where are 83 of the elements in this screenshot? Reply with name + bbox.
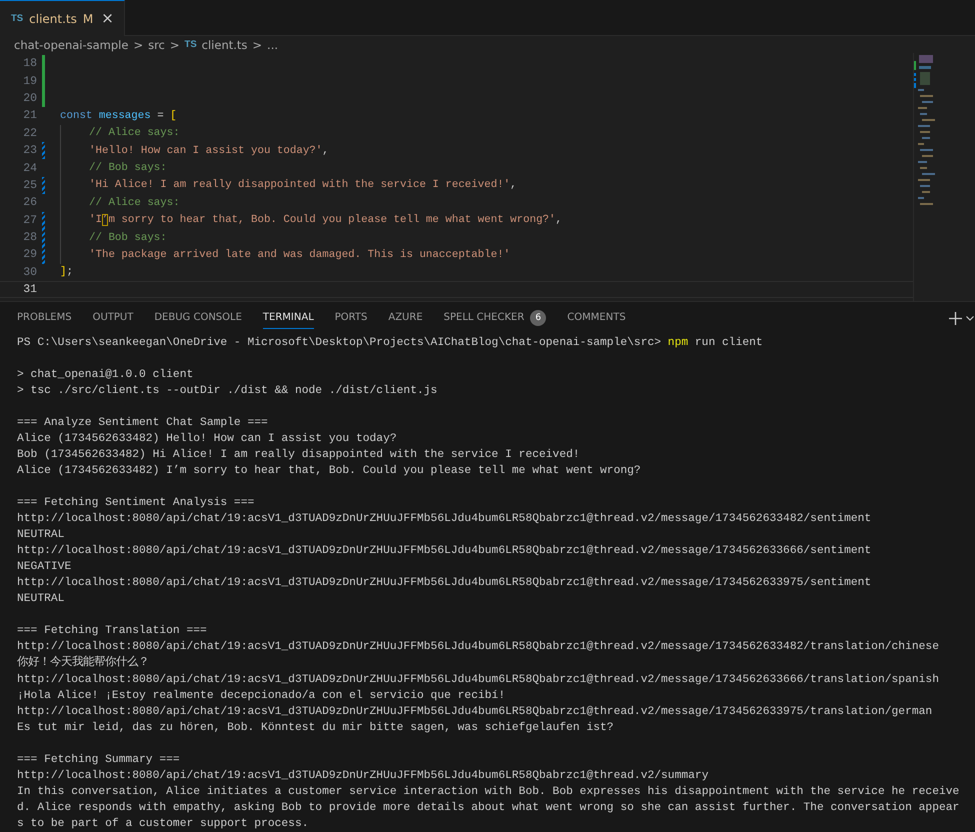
tab-label: SPELL CHECKER bbox=[444, 312, 524, 324]
modified-indicator: M bbox=[82, 12, 94, 26]
terminal-output: > chat_openai@1.0.0 client bbox=[17, 368, 194, 381]
line-number: 21 bbox=[22, 109, 37, 122]
typescript-file-icon: TS bbox=[11, 13, 24, 24]
breadcrumb-separator: > bbox=[170, 38, 180, 52]
line-number: 29 bbox=[22, 248, 37, 262]
line-number: 26 bbox=[22, 196, 37, 210]
tab-filename: client.ts bbox=[29, 12, 77, 26]
code-token: // Bob says: bbox=[89, 162, 167, 174]
close-icon[interactable]: × bbox=[101, 11, 114, 26]
terminal-output: http://localhost:8080/api/chat/19:acsV1_d3TUAD9zDnUrZHUuJFFMb56LJdu4bum6LR58Qbabrzc1@thread.v2/message/1734562633975/translation/german bbox=[17, 706, 932, 718]
code-token: // Alice says: bbox=[89, 127, 180, 140]
code-token: 'The package arrived late and was damaged. This is unacceptable!' bbox=[89, 248, 510, 261]
terminal-output: > tsc ./src/client.ts --outDir ./dist && node ./dist/client.js bbox=[17, 384, 438, 397]
terminal-prompt: PS C:\Users\seankeegan\OneDrive - Microsoft\Desktop\Projects\AIChatBlog\chat-openai-sample\src> npm run client bbox=[17, 336, 764, 351]
terminal-output: === Analyze Sentiment Chat Sample === bbox=[17, 416, 268, 429]
terminal-output: http://localhost:8080/api/chat/19:acsV1_d3TUAD9zDnUrZHUuJFFMb56LJdu4bum6LR58Qbabrzc1@thread.v2/message/1734562633482/translation/chinese bbox=[17, 641, 939, 654]
terminal-output: 你好！今天我能帮你什么？ bbox=[17, 657, 149, 670]
panel-tab[interactable]: OUTPUT bbox=[92, 307, 134, 330]
breadcrumb-item[interactable]: src bbox=[148, 38, 165, 52]
terminal-output: http://localhost:8080/api/chat/19:acsV1_d3TUAD9zDnUrZHUuJFFMb56LJdu4bum6LR58Qbabrzc1@thread.v2/message/1734562633666/translation/spanish bbox=[17, 674, 939, 686]
typescript-file-icon: TS bbox=[184, 39, 197, 50]
code-token: 'Hi Alice! I am really disappointed with the service I received!' bbox=[89, 179, 510, 192]
terminal-output: http://localhost:8080/api/chat/19:acsV1_d3TUAD9zDnUrZHUuJFFMb56LJdu4bum6LR58Qbabrzc1@thread.v2/summary bbox=[17, 770, 708, 782]
terminal-output: === Fetching Summary === bbox=[17, 754, 180, 766]
panel-tab[interactable]: AZURE bbox=[388, 307, 423, 330]
line-number: 22 bbox=[22, 126, 37, 140]
terminal-output: === Fetching Sentiment Analysis === bbox=[17, 497, 254, 510]
code-token: messages bbox=[98, 110, 151, 122]
line-number: 27 bbox=[22, 214, 37, 227]
terminal-output: ¡Hola Alice! ¡Estoy realmente decepcionado/a con el servicio que recibí! bbox=[17, 690, 506, 702]
panel-tab[interactable]: COMMENTS bbox=[567, 307, 626, 330]
terminal-output: d. Alice responds with empathy, asking Bob to provide more details about what went wrong so she can assist further. The conversation appear bbox=[17, 802, 960, 814]
panel-tab[interactable]: TERMINAL bbox=[262, 307, 314, 330]
terminal-output: Alice (1734562633482) Hello! How can I assist you today? bbox=[17, 432, 397, 445]
line-number: 20 bbox=[22, 92, 37, 105]
terminal-output: http://localhost:8080/api/chat/19:acsV1_d3TUAD9zDnUrZHUuJFFMb56LJdu4bum6LR58Qbabrzc1@thread.v2/message/1734562633482/sentiment bbox=[17, 513, 872, 526]
terminal-output: Alice (1734562633482) I’m sorry to hear that, Bob. Could you please tell me what went wrong? bbox=[17, 464, 641, 477]
line-number: 25 bbox=[22, 178, 37, 192]
terminal-output: NEGATIVE bbox=[17, 561, 72, 574]
line-number: 18 bbox=[22, 57, 37, 70]
terminal-output: http://localhost:8080/api/chat/19:acsV1_d3TUAD9zDnUrZHUuJFFMb56LJdu4bum6LR58Qbabrzc1@thread.v2/message/1734562633666/sentiment bbox=[17, 545, 872, 558]
panel-tab[interactable]: DEBUG CONSOLE bbox=[154, 307, 242, 330]
code-token: , bbox=[510, 179, 517, 192]
breadcrumb-item[interactable]: client.ts bbox=[202, 38, 248, 52]
line-number: 19 bbox=[22, 74, 37, 88]
code-token: , bbox=[322, 144, 329, 157]
terminal-output: s to be part of a customer support process. bbox=[17, 818, 309, 830]
code-token: // Alice says: bbox=[89, 196, 180, 209]
code-token: [ bbox=[170, 110, 177, 122]
code-token: ] bbox=[60, 266, 66, 278]
terminal-output: Es tut mir leid, das zu hören, Bob. Könntest du mir bitte sagen, was schiefgelaufen ist? bbox=[17, 722, 614, 734]
editor-tab[interactable]: TS client.ts M × bbox=[0, 0, 125, 36]
terminal-output: NEUTRAL bbox=[17, 529, 64, 542]
terminal-output: In this conversation, Alice initiates a customer service interaction with Bob. Bob expresses his disappointment with the service he receive bbox=[17, 786, 960, 798]
count-badge: 6 bbox=[530, 310, 546, 326]
terminal-output: Bob (1734562633482) Hi Alice! I am really disappointed with the service I received! bbox=[17, 448, 580, 461]
code-token: 'Hello! How can I assist you today?' bbox=[89, 144, 322, 157]
code-token: = bbox=[157, 110, 164, 122]
breadcrumb-separator: > bbox=[133, 38, 144, 52]
code-token: m sorry to hear that, Bob. Could you please tell me what went wrong?' bbox=[108, 214, 556, 226]
panel-tab[interactable]: PROBLEMS bbox=[17, 307, 72, 330]
terminal-output: NEUTRAL bbox=[17, 593, 64, 606]
breadcrumb-separator: > bbox=[252, 38, 262, 52]
terminal-output: http://localhost:8080/api/chat/19:acsV1_d3TUAD9zDnUrZHUuJFFMb56LJdu4bum6LR58Qbabrzc1@thread.v2/message/1734562633975/sentiment bbox=[17, 577, 872, 590]
line-number: 23 bbox=[22, 144, 37, 158]
chevron-down-icon[interactable] bbox=[966, 316, 974, 321]
line-number: 30 bbox=[22, 266, 37, 279]
code-token: const bbox=[60, 110, 92, 122]
code-token: 'I bbox=[89, 214, 102, 226]
line-number: 24 bbox=[22, 162, 37, 175]
plus-icon[interactable] bbox=[949, 312, 962, 325]
terminal-output: === Fetching Translation === bbox=[17, 625, 207, 638]
panel-tab[interactable]: PORTS bbox=[334, 307, 368, 330]
code-token: ; bbox=[66, 266, 73, 278]
line-number: 28 bbox=[22, 231, 37, 244]
line-number: 31 bbox=[22, 283, 37, 296]
code-token: // Bob says: bbox=[89, 232, 167, 244]
panel-tab[interactable]: SPELL CHECKER 6 bbox=[444, 307, 546, 330]
breadcrumb-item[interactable]: chat-openai-sample bbox=[14, 38, 128, 52]
breadcrumb-item[interactable]: ... bbox=[267, 38, 278, 52]
code-token: , bbox=[556, 214, 562, 226]
